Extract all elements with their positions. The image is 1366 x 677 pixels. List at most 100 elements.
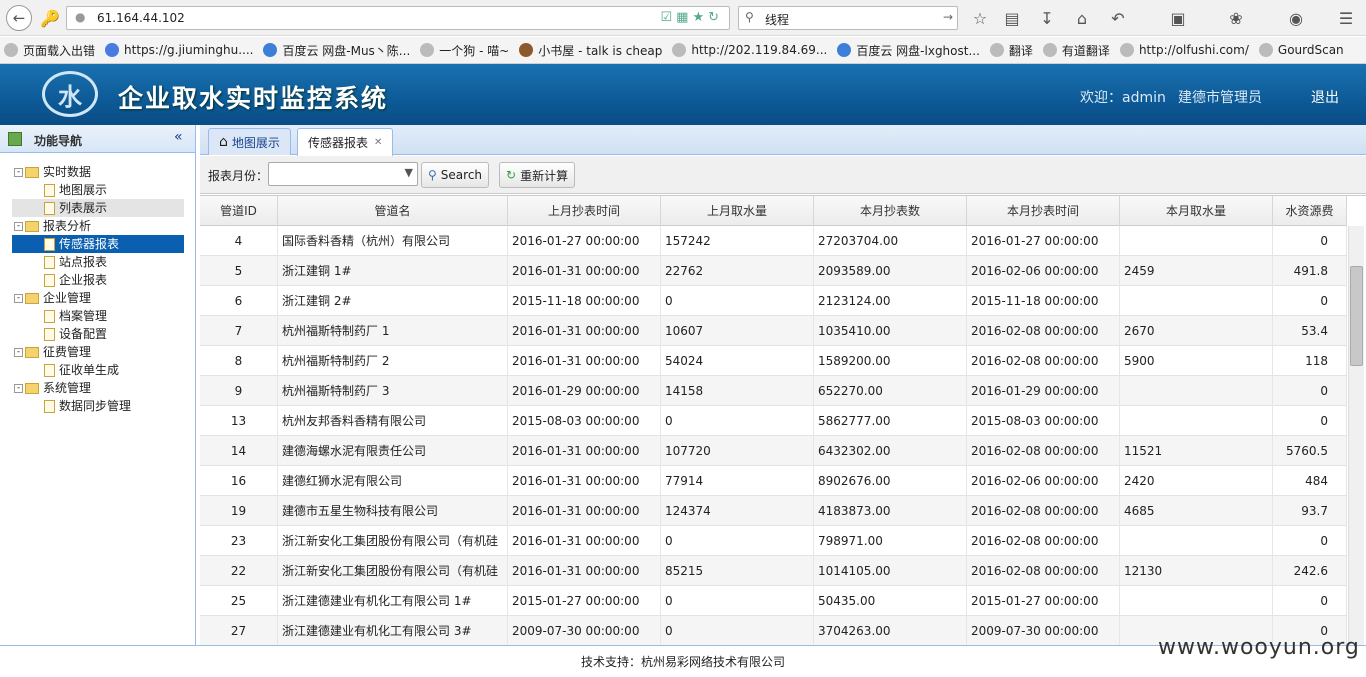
tree-item-map[interactable]: 地图展示 bbox=[44, 181, 184, 199]
bookmark-item[interactable]: 百度云 网盘-Mus丶陈... bbox=[263, 42, 410, 59]
minus-icon[interactable]: - bbox=[14, 383, 23, 393]
recalculate-button[interactable]: ↻ 重新计算 bbox=[499, 162, 576, 188]
tree-group-fees[interactable]: - 征费管理 bbox=[14, 343, 91, 361]
search-button[interactable]: ⚲ Search bbox=[421, 162, 490, 188]
table-row[interactable]: 6 浙江建铜 2# 2015-11-18 00:00:00 0 2123124.00 20… bbox=[200, 286, 1347, 316]
tree-item-bill-generate[interactable]: 征收单生成 bbox=[44, 361, 119, 379]
table-row[interactable]: 19 建德市五星生物科技有限公司 2016-01-31 00:00:00 124374… bbox=[200, 496, 1347, 526]
bookmark-item[interactable]: 有道翻译 bbox=[1042, 42, 1110, 59]
bookmark-item[interactable]: GourdScan bbox=[1258, 43, 1344, 57]
tree-group-reports[interactable]: - 报表分析 bbox=[14, 217, 91, 235]
table-cell: 2016-01-31 00:00:00 bbox=[508, 256, 661, 286]
table-cell: 建德海螺水泥有限责任公司 bbox=[278, 436, 508, 466]
column-header[interactable]: 本月取水量 bbox=[1120, 196, 1273, 226]
back-arrow-icon[interactable]: ← bbox=[6, 5, 32, 31]
tree-group-enterprise[interactable]: - 企业管理 bbox=[14, 289, 91, 307]
table-cell: 浙江新安化工集团股份有限公司（有机硅 bbox=[278, 556, 508, 586]
browser-search-box[interactable]: ⚲ 线程 → bbox=[738, 6, 958, 30]
table-row[interactable]: 22 浙江新安化工集团股份有限公司（有机硅 2016-01-31 00:00:00 8… bbox=[200, 556, 1347, 586]
table-cell: 2016-01-31 00:00:00 bbox=[508, 436, 661, 466]
close-icon[interactable]: ✕ bbox=[374, 137, 382, 148]
watermark: www.wooyun.org bbox=[1158, 635, 1360, 660]
tree-item-list[interactable]: 列表展示 bbox=[12, 199, 184, 217]
crop-icon[interactable]: ▣ bbox=[1166, 6, 1190, 30]
folder-icon bbox=[25, 346, 39, 358]
column-header[interactable]: 上月抄表时间 bbox=[508, 196, 661, 226]
page-icon bbox=[989, 43, 1004, 57]
reader-icon[interactable]: ▤ bbox=[1000, 6, 1024, 30]
table-row[interactable]: 7 杭州福斯特制药厂 1 2016-01-31 00:00:00 10607 10354… bbox=[200, 316, 1347, 346]
tree-item-company-report[interactable]: 企业报表 bbox=[44, 271, 107, 289]
table-row[interactable]: 9 杭州福斯特制药厂 3 2016-01-29 00:00:00 14158 65227… bbox=[200, 376, 1347, 406]
table-cell: 2016-02-08 00:00:00 bbox=[967, 496, 1120, 526]
minus-icon[interactable]: - bbox=[14, 221, 23, 231]
collapse-icon[interactable]: « bbox=[174, 129, 183, 145]
table-cell bbox=[1120, 526, 1273, 556]
tree-group-realtime[interactable]: - 实时数据 bbox=[14, 163, 91, 181]
table-row[interactable]: 23 浙江新安化工集团股份有限公司（有机硅 2016-01-31 00:00:00 0… bbox=[200, 526, 1347, 556]
vertical-scrollbar[interactable] bbox=[1348, 226, 1364, 645]
bookmark-item[interactable]: 翻译 bbox=[989, 42, 1033, 59]
tree-item-sensor-report[interactable]: 传感器报表 bbox=[12, 235, 184, 253]
bookmark-item[interactable]: 百度云 网盘-lxghost... bbox=[837, 42, 980, 59]
sidebar: 功能导航 « - 实时数据 地图展示 列表展示 - 报表分析 传感器报表 站点报表 … bbox=[0, 125, 196, 645]
tab-sensor-report[interactable]: 传感器报表 ✕ bbox=[297, 128, 394, 156]
table-row[interactable]: 8 杭州福斯特制药厂 2 2016-01-31 00:00:00 54024 15892… bbox=[200, 346, 1347, 376]
arrow-right-icon[interactable]: → bbox=[943, 10, 953, 24]
document-icon bbox=[44, 309, 55, 323]
table-row[interactable]: 25 浙江建德建业有机化工有限公司 1# 2015-01-27 00:00:00 0 5… bbox=[200, 586, 1347, 616]
column-header[interactable]: 上月取水量 bbox=[661, 196, 814, 226]
minus-icon[interactable]: - bbox=[14, 347, 23, 357]
table-cell: 2016-01-31 00:00:00 bbox=[508, 346, 661, 376]
minus-icon[interactable]: - bbox=[14, 293, 23, 303]
scrollbar-thumb[interactable] bbox=[1350, 266, 1363, 366]
undo-icon[interactable]: ↶ bbox=[1106, 6, 1130, 30]
column-header[interactable]: 本月抄表数 bbox=[814, 196, 967, 226]
column-header[interactable]: 水资源费 bbox=[1273, 196, 1347, 226]
table-cell: 0 bbox=[1273, 226, 1347, 256]
column-header[interactable]: 管道名 bbox=[278, 196, 508, 226]
table-row[interactable]: 14 建德海螺水泥有限责任公司 2016-01-31 00:00:00 107720 6… bbox=[200, 436, 1347, 466]
bookmark-item[interactable]: 小书屋 - talk is cheap bbox=[519, 42, 662, 59]
table-row[interactable]: 16 建德红狮水泥有限公司 2016-01-31 00:00:00 77914 8902… bbox=[200, 466, 1347, 496]
address-bar[interactable]: ● 61.164.44.102 ☑▦★↻ bbox=[66, 6, 730, 30]
bookmark-item[interactable]: 一个狗 - 喵~ bbox=[420, 42, 509, 59]
bookmark-item[interactable]: http://olfushi.com/ bbox=[1119, 43, 1249, 57]
logout-link[interactable]: 退出 bbox=[1311, 87, 1339, 107]
tree-item-data-sync[interactable]: 数据同步管理 bbox=[44, 397, 131, 415]
table-cell: 14158 bbox=[661, 376, 814, 406]
bookmark-item[interactable]: 页面载入出错 bbox=[4, 42, 95, 59]
download-icon[interactable]: ↧ bbox=[1035, 6, 1059, 30]
chevron-down-icon[interactable]: ▼ bbox=[405, 166, 413, 179]
tab-bar: ⌂ 地图展示 传感器报表 ✕ bbox=[200, 125, 1366, 156]
sidebar-header: 功能导航 « bbox=[0, 125, 195, 153]
home-icon[interactable]: ⌂ bbox=[1070, 6, 1094, 30]
table-row[interactable]: 4 国际香料香精（杭州）有限公司 2016-01-27 00:00:00 157242… bbox=[200, 226, 1347, 256]
table-cell: 浙江建德建业有机化工有限公司 1# bbox=[278, 586, 508, 616]
table-row[interactable]: 5 浙江建铜 1# 2016-01-31 00:00:00 22762 2093589.… bbox=[200, 256, 1347, 286]
table-cell: 2016-02-08 00:00:00 bbox=[967, 346, 1120, 376]
star-icon[interactable]: ☆ bbox=[968, 6, 992, 30]
table-cell: 杭州福斯特制药厂 2 bbox=[278, 346, 508, 376]
bookmark-item[interactable]: http://202.119.84.69... bbox=[672, 43, 827, 57]
table-cell: 1014105.00 bbox=[814, 556, 967, 586]
proxy-icon[interactable]: ◉ bbox=[1284, 6, 1308, 30]
menu-icon[interactable]: ☰ bbox=[1334, 6, 1358, 30]
column-header[interactable]: 管道ID bbox=[200, 196, 278, 226]
tab-map[interactable]: ⌂ 地图展示 bbox=[208, 128, 291, 155]
tree-item-device-config[interactable]: 设备配置 bbox=[44, 325, 107, 343]
column-header[interactable]: 本月抄表时间 bbox=[967, 196, 1120, 226]
table-cell: 2015-11-18 00:00:00 bbox=[508, 286, 661, 316]
table-cell: 0 bbox=[661, 526, 814, 556]
tree-item-archive[interactable]: 档案管理 bbox=[44, 307, 107, 325]
bookmark-item[interactable]: https://g.jiuminghu.... bbox=[105, 43, 253, 57]
table-row[interactable]: 13 杭州友邦香料香精有限公司 2015-08-03 00:00:00 0 586277… bbox=[200, 406, 1347, 436]
month-select[interactable]: ▼ bbox=[268, 162, 418, 186]
nav-icon bbox=[8, 132, 22, 146]
minus-icon[interactable]: - bbox=[14, 167, 23, 177]
extension-icon[interactable]: ❀ bbox=[1224, 6, 1248, 30]
table-cell: 5 bbox=[200, 256, 278, 286]
table-cell: 2015-11-18 00:00:00 bbox=[967, 286, 1120, 316]
tree-item-station-report[interactable]: 站点报表 bbox=[44, 253, 107, 271]
tree-group-system[interactable]: - 系统管理 bbox=[14, 379, 91, 397]
